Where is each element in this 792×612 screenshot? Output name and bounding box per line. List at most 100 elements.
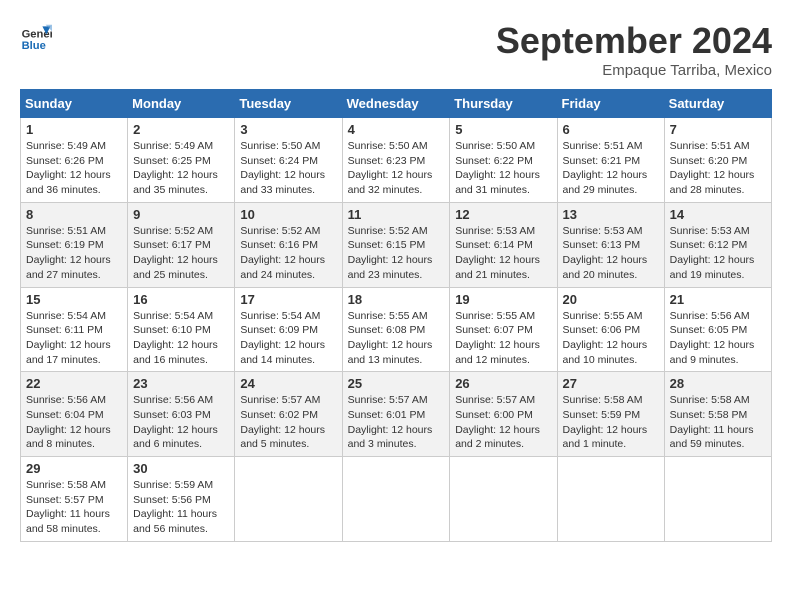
day-info: Sunrise: 5:51 AMSunset: 6:20 PMDaylight:… (670, 139, 766, 198)
day-cell: 30Sunrise: 5:59 AMSunset: 5:56 PMDayligh… (128, 457, 235, 542)
day-cell: 4 Sunrise: 5:50 AMSunset: 6:23 PMDaylight… (342, 118, 450, 203)
day-number: 10 (240, 207, 336, 222)
col-monday: Monday (128, 90, 235, 118)
day-info: Sunrise: 5:49 AMSunset: 6:26 PMDaylight:… (26, 139, 122, 198)
day-cell (664, 457, 771, 542)
day-number: 28 (670, 376, 766, 391)
day-cell: 20 Sunrise: 5:55 AMSunset: 6:06 PMDayligh… (557, 287, 664, 372)
day-number: 4 (348, 122, 445, 137)
day-cell: 5 Sunrise: 5:50 AMSunset: 6:22 PMDaylight… (450, 118, 557, 203)
day-cell: 26 Sunrise: 5:57 AMSunset: 6:00 PMDayligh… (450, 372, 557, 457)
day-cell: 29 Sunrise: 5:58 AMSunset: 5:57 PMDayligh… (21, 457, 128, 542)
day-cell: 15 Sunrise: 5:54 AMSunset: 6:11 PMDayligh… (21, 287, 128, 372)
day-number: 9 (133, 207, 229, 222)
day-number: 24 (240, 376, 336, 391)
day-cell: 24 Sunrise: 5:57 AMSunset: 6:02 PMDayligh… (235, 372, 342, 457)
day-number: 29 (26, 461, 122, 476)
day-number: 6 (563, 122, 659, 137)
day-cell: 27 Sunrise: 5:58 AMSunset: 5:59 PMDayligh… (557, 372, 664, 457)
day-cell: 16 Sunrise: 5:54 AMSunset: 6:10 PMDayligh… (128, 287, 235, 372)
day-number: 16 (133, 292, 229, 307)
day-cell: 21Sunrise: 5:56 AMSunset: 6:05 PMDayligh… (664, 287, 771, 372)
day-info: Sunrise: 5:55 AMSunset: 6:07 PMDaylight:… (455, 309, 551, 368)
week-row-2: 8Sunrise: 5:51 AMSunset: 6:19 PMDaylight… (21, 202, 772, 287)
day-info: Sunrise: 5:50 AMSunset: 6:24 PMDaylight:… (240, 139, 336, 198)
day-info: Sunrise: 5:51 AMSunset: 6:21 PMDaylight:… (563, 139, 659, 198)
location: Empaque Tarriba, Mexico (496, 62, 772, 79)
day-info: Sunrise: 5:58 AMSunset: 5:57 PMDaylight:… (26, 478, 122, 537)
day-cell: 14 Sunrise: 5:53 AMSunset: 6:12 PMDayligh… (664, 202, 771, 287)
col-thursday: Thursday (450, 90, 557, 118)
day-cell: 17Sunrise: 5:54 AMSunset: 6:09 PMDayligh… (235, 287, 342, 372)
day-info: Sunrise: 5:55 AMSunset: 6:06 PMDaylight:… (563, 309, 659, 368)
day-info: Sunrise: 5:52 AMSunset: 6:15 PMDaylight:… (348, 224, 445, 283)
day-info: Sunrise: 5:52 AMSunset: 6:17 PMDaylight:… (133, 224, 229, 283)
day-number: 11 (348, 207, 445, 222)
day-number: 23 (133, 376, 229, 391)
day-info: Sunrise: 5:53 AMSunset: 6:13 PMDaylight:… (563, 224, 659, 283)
day-number: 20 (563, 292, 659, 307)
day-cell (450, 457, 557, 542)
day-cell: 11 Sunrise: 5:52 AMSunset: 6:15 PMDayligh… (342, 202, 450, 287)
day-info: Sunrise: 5:57 AMSunset: 6:00 PMDaylight:… (455, 393, 551, 452)
day-cell (557, 457, 664, 542)
day-number: 22 (26, 376, 122, 391)
day-cell: 10 Sunrise: 5:52 AMSunset: 6:16 PMDayligh… (235, 202, 342, 287)
day-cell: 6 Sunrise: 5:51 AMSunset: 6:21 PMDaylight… (557, 118, 664, 203)
day-info: Sunrise: 5:52 AMSunset: 6:16 PMDaylight:… (240, 224, 336, 283)
day-cell: 9 Sunrise: 5:52 AMSunset: 6:17 PMDaylight… (128, 202, 235, 287)
day-cell: 22 Sunrise: 5:56 AMSunset: 6:04 PMDayligh… (21, 372, 128, 457)
day-number: 27 (563, 376, 659, 391)
day-number: 7 (670, 122, 766, 137)
day-cell: 7 Sunrise: 5:51 AMSunset: 6:20 PMDaylight… (664, 118, 771, 203)
day-number: 19 (455, 292, 551, 307)
day-cell: 19 Sunrise: 5:55 AMSunset: 6:07 PMDayligh… (450, 287, 557, 372)
week-row-3: 15 Sunrise: 5:54 AMSunset: 6:11 PMDayligh… (21, 287, 772, 372)
logo: General Blue (20, 20, 52, 52)
day-number: 5 (455, 122, 551, 137)
day-info: Sunrise: 5:59 AMSunset: 5:56 PMDaylight:… (133, 478, 229, 537)
day-number: 25 (348, 376, 445, 391)
day-number: 26 (455, 376, 551, 391)
day-cell: 25 Sunrise: 5:57 AMSunset: 6:01 PMDayligh… (342, 372, 450, 457)
col-wednesday: Wednesday (342, 90, 450, 118)
logo-icon: General Blue (20, 20, 52, 52)
day-info: Sunrise: 5:50 AMSunset: 6:22 PMDaylight:… (455, 139, 551, 198)
day-number: 18 (348, 292, 445, 307)
day-cell: 2 Sunrise: 5:49 AMSunset: 6:25 PMDaylight… (128, 118, 235, 203)
day-info: Sunrise: 5:50 AMSunset: 6:23 PMDaylight:… (348, 139, 445, 198)
week-row-1: 1 Sunrise: 5:49 AMSunset: 6:26 PMDaylight… (21, 118, 772, 203)
day-info: Sunrise: 5:58 AMSunset: 5:58 PMDaylight:… (670, 393, 766, 452)
day-number: 21 (670, 292, 766, 307)
day-number: 2 (133, 122, 229, 137)
day-cell: 23Sunrise: 5:56 AMSunset: 6:03 PMDayligh… (128, 372, 235, 457)
day-info: Sunrise: 5:57 AMSunset: 6:02 PMDaylight:… (240, 393, 336, 452)
title-block: September 2024 Empaque Tarriba, Mexico (496, 20, 772, 79)
col-sunday: Sunday (21, 90, 128, 118)
day-cell (342, 457, 450, 542)
week-row-5: 29 Sunrise: 5:58 AMSunset: 5:57 PMDayligh… (21, 457, 772, 542)
day-info: Sunrise: 5:49 AMSunset: 6:25 PMDaylight:… (133, 139, 229, 198)
day-info: Sunrise: 5:55 AMSunset: 6:08 PMDaylight:… (348, 309, 445, 368)
day-cell: 8Sunrise: 5:51 AMSunset: 6:19 PMDaylight… (21, 202, 128, 287)
day-number: 8 (26, 207, 122, 222)
week-row-4: 22 Sunrise: 5:56 AMSunset: 6:04 PMDayligh… (21, 372, 772, 457)
day-number: 12 (455, 207, 551, 222)
day-info: Sunrise: 5:57 AMSunset: 6:01 PMDaylight:… (348, 393, 445, 452)
day-cell: 1 Sunrise: 5:49 AMSunset: 6:26 PMDaylight… (21, 118, 128, 203)
calendar-table: Sunday Monday Tuesday Wednesday Thursday… (20, 89, 772, 542)
day-number: 1 (26, 122, 122, 137)
day-cell: 28 Sunrise: 5:58 AMSunset: 5:58 PMDayligh… (664, 372, 771, 457)
day-info: Sunrise: 5:53 AMSunset: 6:12 PMDaylight:… (670, 224, 766, 283)
day-cell: 13 Sunrise: 5:53 AMSunset: 6:13 PMDayligh… (557, 202, 664, 287)
day-number: 15 (26, 292, 122, 307)
day-info: Sunrise: 5:54 AMSunset: 6:10 PMDaylight:… (133, 309, 229, 368)
day-info: Sunrise: 5:54 AMSunset: 6:11 PMDaylight:… (26, 309, 122, 368)
col-tuesday: Tuesday (235, 90, 342, 118)
day-cell: 18 Sunrise: 5:55 AMSunset: 6:08 PMDayligh… (342, 287, 450, 372)
day-cell: 12Sunrise: 5:53 AMSunset: 6:14 PMDayligh… (450, 202, 557, 287)
day-number: 14 (670, 207, 766, 222)
day-info: Sunrise: 5:58 AMSunset: 5:59 PMDaylight:… (563, 393, 659, 452)
day-number: 13 (563, 207, 659, 222)
day-info: Sunrise: 5:56 AMSunset: 6:04 PMDaylight:… (26, 393, 122, 452)
